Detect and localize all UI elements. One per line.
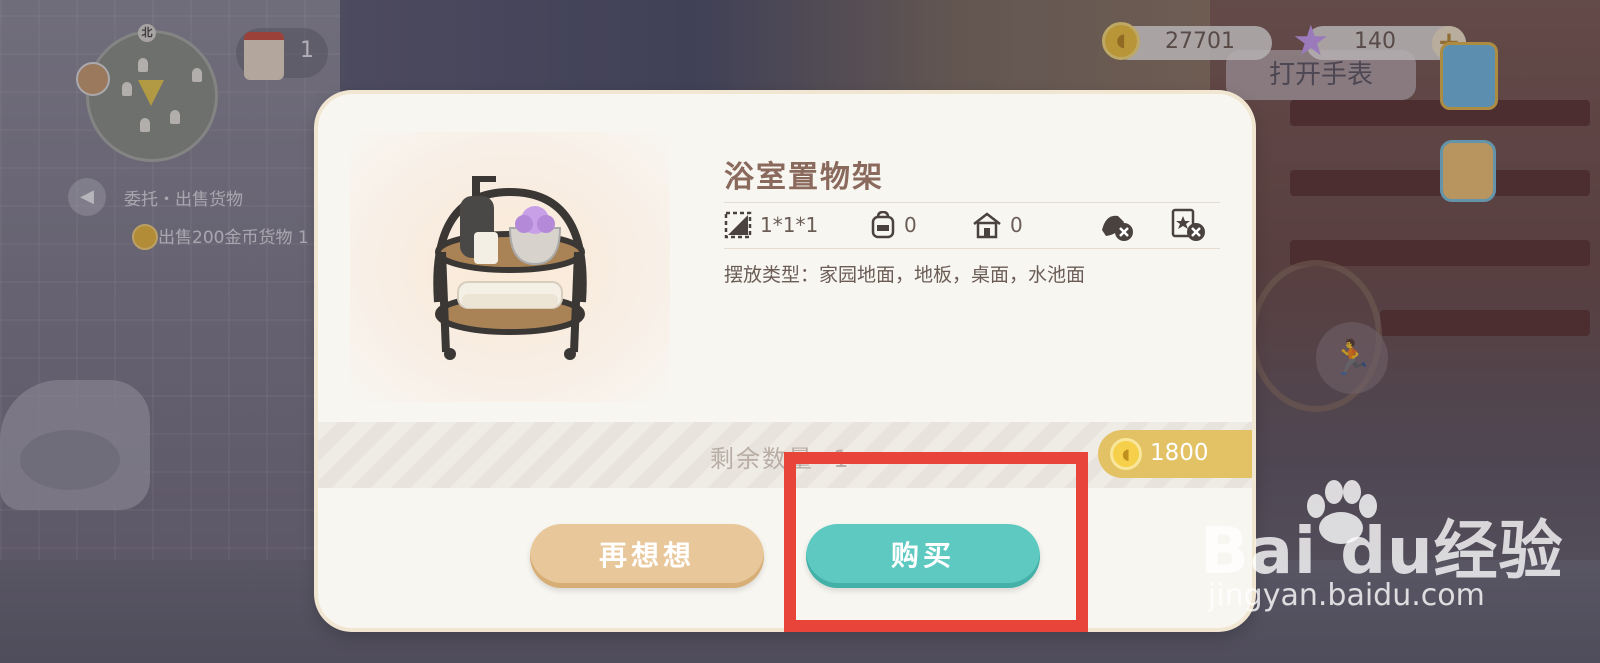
- favorite-disabled-icon: [1171, 208, 1205, 241]
- attribute-house: 0: [972, 208, 1023, 242]
- backpack-value: 0: [904, 213, 917, 237]
- coin-icon: ◖: [1110, 438, 1142, 470]
- attribute-cleaning: [1098, 208, 1134, 242]
- price-value: 1800: [1150, 440, 1209, 466]
- bathroom-shelf-image: [433, 176, 587, 360]
- buy-button-highlight-box: [784, 452, 1088, 632]
- placement-label: 摆放类型：: [724, 264, 820, 286]
- size-value: 1*1*1: [760, 213, 819, 237]
- divider: [724, 202, 1220, 203]
- reconsider-button[interactable]: 再想想: [530, 524, 764, 588]
- baidu-watermark-url: jingyan.baidu.com: [1208, 578, 1485, 613]
- attribute-size: 1*1*1: [724, 208, 818, 242]
- attribute-favorite: [1170, 208, 1206, 242]
- house-icon: [973, 212, 1001, 239]
- item-name: 浴室置物架: [724, 160, 884, 195]
- cleaning-disabled-icon: [1102, 215, 1133, 241]
- backpack-icon: [871, 211, 895, 239]
- house-value: 0: [1010, 213, 1023, 237]
- attribute-backpack: 0: [870, 208, 917, 242]
- placement-types: 摆放类型：家园地面，地板，桌面，水池面: [724, 260, 1085, 287]
- placement-value: 家园地面，地板，桌面，水池面: [819, 264, 1086, 286]
- item-preview: [350, 132, 670, 402]
- baidu-paw-icon: [1307, 480, 1377, 544]
- size-icon: [724, 211, 752, 239]
- divider: [724, 248, 1220, 249]
